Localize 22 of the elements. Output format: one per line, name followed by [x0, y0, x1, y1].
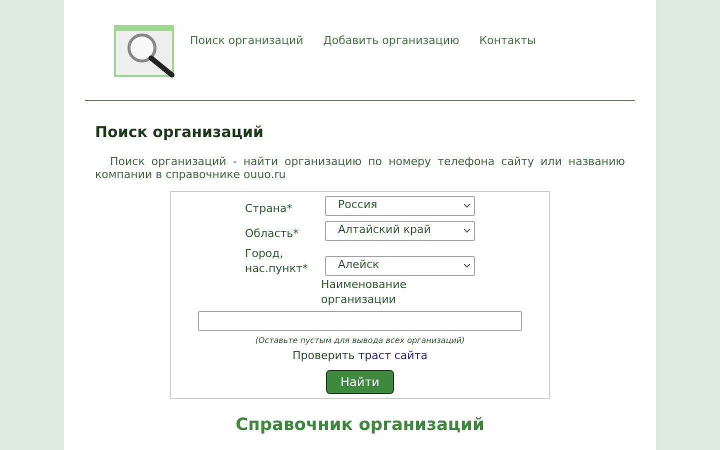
directory-heading: Справочник организаций [234, 414, 486, 437]
field-label: Страна* [245, 200, 294, 216]
dropdown[interactable]: Алейск [325, 256, 475, 276]
hint-text: (Оставьте пустым для вывода всех организаций) [254, 334, 466, 346]
caret-icon [464, 264, 470, 268]
field-label: Город, нас.пункт* [245, 246, 309, 276]
field-label: Наименование организации [321, 276, 408, 306]
dropdown[interactable]: Россия [325, 196, 475, 216]
magnifier-logo-icon [113, 25, 177, 79]
trust-link[interactable]: траст сайта [358, 348, 428, 362]
nav-link[interactable]: Контакты [479, 33, 536, 50]
find-button[interactable]: Найти [326, 370, 394, 394]
trust-check-text: Проверить траст сайта [292, 348, 428, 364]
name-input-field[interactable] [198, 310, 522, 330]
caret-icon [464, 228, 470, 232]
dropdown[interactable]: Алтайский край [325, 220, 475, 240]
page-heading: Поиск организаций [95, 122, 265, 143]
field-label: Область* [245, 226, 300, 240]
nav-link[interactable]: Добавить организацию [323, 33, 460, 50]
intro-text: Поиск организаций - найти организацию по номеру телефона сайту или названию компании в справочнике ouuo.ru [95, 154, 625, 180]
caret-icon [464, 204, 470, 208]
nav-link[interactable]: Поиск организаций [190, 33, 304, 50]
